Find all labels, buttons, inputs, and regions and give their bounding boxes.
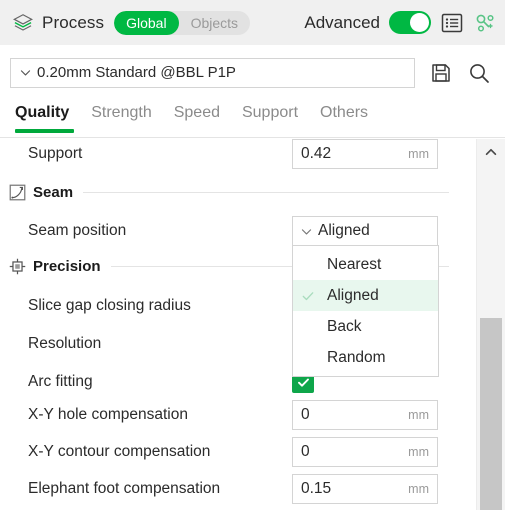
preset-row: 0.20mm Standard @BBL P1P [0, 45, 505, 100]
label-xy-hole: X-Y hole compensation [28, 406, 188, 423]
setting-row-support: Support 0.42 mm [0, 139, 477, 173]
tab-quality[interactable]: Quality [13, 100, 80, 133]
input-support-unit: mm [408, 147, 429, 161]
input-support-value: 0.42 [301, 145, 332, 162]
input-xy-contour-unit: mm [408, 445, 429, 459]
search-icon[interactable] [467, 61, 491, 85]
settings-tabs: Quality Strength Speed Support Others [0, 100, 505, 138]
label-elephant-foot: Elephant foot compensation [28, 480, 221, 497]
dropdown-option-label: Random [327, 348, 386, 366]
dropdown-check-slot [301, 289, 318, 303]
input-xy-contour-value: 0 [301, 443, 310, 460]
dropdown-option-label: Back [327, 317, 362, 335]
chevron-down-icon [301, 228, 312, 235]
input-xy-hole[interactable]: 0 mm [292, 400, 438, 430]
header-right-group: Advanced [304, 11, 497, 35]
layers-icon [13, 13, 33, 31]
input-support[interactable]: 0.42 mm [292, 139, 438, 169]
advanced-label: Advanced [304, 12, 380, 32]
setting-row-xy-hole: X-Y hole compensation 0 mm [0, 396, 477, 434]
setting-row-xy-contour: X-Y contour compensation 0 mm [0, 433, 477, 471]
tab-support[interactable]: Support [231, 100, 309, 133]
input-xy-contour[interactable]: 0 mm [292, 437, 438, 467]
panel-header: Process Global Objects Advanced [0, 0, 505, 45]
dropdown-option-random[interactable]: Random [293, 342, 438, 373]
section-seam-title: Seam [33, 183, 74, 201]
list-view-icon[interactable] [440, 11, 464, 35]
label-xy-contour: X-Y contour compensation [28, 443, 211, 460]
dropdown-option-aligned[interactable]: Aligned [293, 280, 438, 311]
label-seam-position: Seam position [28, 222, 127, 239]
input-xy-hole-unit: mm [408, 408, 429, 422]
precision-target-icon [9, 258, 26, 274]
scrollbar-up-button[interactable] [477, 139, 505, 165]
settings-scrollbar[interactable] [477, 139, 505, 510]
scope-option-objects[interactable]: Objects [179, 11, 250, 35]
input-elephant-foot-value: 0.15 [301, 480, 332, 497]
dropdown-option-nearest[interactable]: Nearest [293, 249, 438, 280]
scope-segmented-control[interactable]: Global Objects [114, 10, 251, 35]
tab-strength[interactable]: Strength [80, 100, 162, 133]
scope-option-global[interactable]: Global [114, 10, 179, 35]
scrollbar-thumb[interactable] [480, 318, 502, 510]
dropdown-option-back[interactable]: Back [293, 311, 438, 342]
input-elephant-foot[interactable]: 0.15 mm [292, 474, 438, 504]
label-support: Support [28, 145, 83, 162]
label-slice-gap: Slice gap closing radius [28, 297, 191, 314]
dropdown-option-label: Nearest [327, 255, 382, 273]
process-settings-panel: Process Global Objects Advanced 0.20mm S… [0, 0, 505, 510]
select-seam-position[interactable]: Aligned [292, 215, 438, 247]
chevron-down-icon [20, 70, 31, 76]
section-seam-rule [83, 191, 449, 193]
panel-title: Process [42, 12, 105, 32]
tab-others[interactable]: Others [309, 100, 379, 133]
tab-speed[interactable]: Speed [163, 100, 231, 133]
check-icon [302, 291, 314, 300]
save-icon[interactable] [429, 61, 453, 85]
compare-presets-icon[interactable] [473, 11, 497, 35]
input-elephant-foot-unit: mm [408, 482, 429, 496]
preset-value: 0.20mm Standard @BBL P1P [37, 64, 236, 81]
section-precision-title: Precision [33, 257, 101, 275]
toggle-knob [410, 13, 429, 32]
section-seam: Seam [0, 178, 477, 206]
setting-row-elephant-foot: Elephant foot compensation 0.15 mm [0, 470, 477, 508]
input-xy-hole-value: 0 [301, 406, 310, 423]
chevron-up-icon [485, 148, 497, 156]
advanced-toggle[interactable] [389, 11, 431, 34]
select-seam-position-value: Aligned [318, 222, 370, 239]
label-arc-fitting: Arc fitting [28, 373, 93, 390]
dropdown-option-label: Aligned [327, 286, 379, 304]
seam-position-dropdown[interactable]: Nearest Aligned Back Random [292, 245, 439, 377]
preset-actions [429, 61, 491, 85]
seam-icon [9, 184, 26, 200]
label-resolution: Resolution [28, 335, 102, 352]
preset-combobox[interactable]: 0.20mm Standard @BBL P1P [10, 57, 415, 88]
